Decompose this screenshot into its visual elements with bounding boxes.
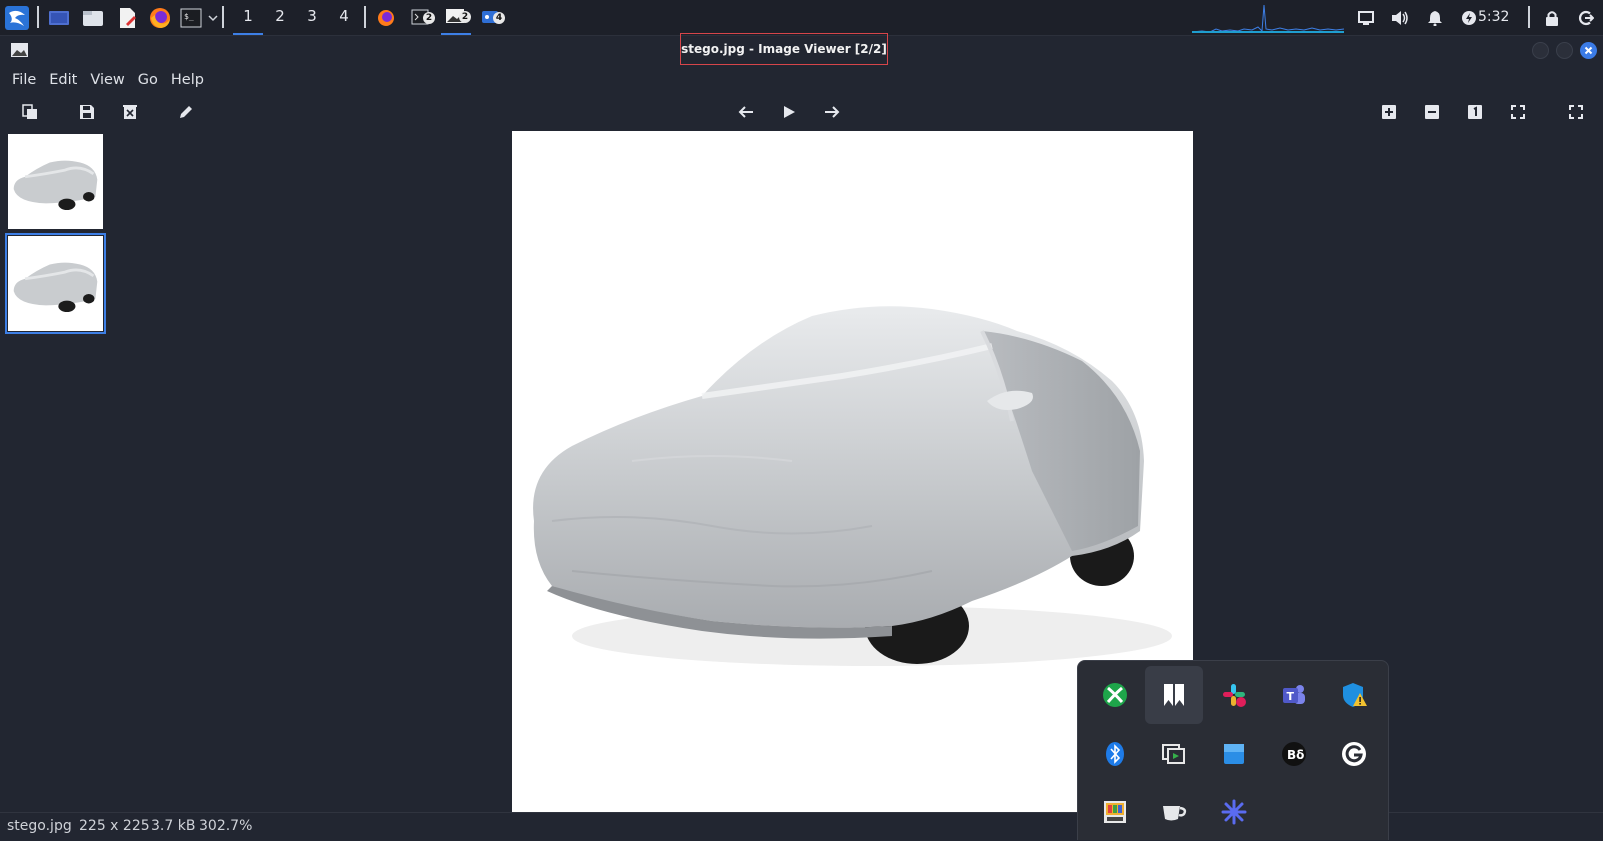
- defender-warning-icon[interactable]: [1325, 666, 1383, 724]
- fullscreen-button[interactable]: [1565, 101, 1587, 123]
- cup-icon[interactable]: [1145, 783, 1203, 841]
- bookmark-app-icon[interactable]: [1145, 666, 1203, 724]
- play-icon: [784, 106, 795, 118]
- status-filename: stego.jpg: [7, 818, 72, 834]
- maximize-button[interactable]: [1556, 42, 1573, 59]
- bluffing-app-icon[interactable]: Bδ: [1265, 725, 1323, 783]
- panel-separator: [222, 6, 224, 28]
- previous-button[interactable]: [735, 101, 757, 123]
- system-tray-overflow-popup: T Bδ: [1077, 660, 1389, 840]
- minimize-button[interactable]: [1532, 42, 1549, 59]
- bluetooth-icon[interactable]: [1086, 725, 1144, 783]
- workspace-3[interactable]: 3: [297, 0, 327, 35]
- text-editor-icon[interactable]: [113, 0, 141, 35]
- workspace-1[interactable]: 1: [233, 0, 263, 35]
- zoom-in-button[interactable]: [1378, 101, 1400, 123]
- copy-button[interactable]: [19, 101, 41, 123]
- task-other-app-icon[interactable]: 4: [477, 0, 505, 35]
- svg-text:$_: $_: [184, 12, 194, 21]
- workspace-4[interactable]: 4: [329, 0, 359, 35]
- slack-icon[interactable]: [1205, 666, 1263, 724]
- xbox-icon[interactable]: [1086, 666, 1144, 724]
- zoom-out-icon: [1425, 105, 1439, 119]
- svg-text:Bδ: Bδ: [1287, 748, 1304, 762]
- delete-button[interactable]: [119, 101, 141, 123]
- grammarly-icon[interactable]: [1325, 725, 1383, 783]
- notifications-bell-icon[interactable]: [1423, 0, 1447, 35]
- blue-box-app-icon[interactable]: [1205, 725, 1263, 783]
- top-panel: $_ 1 2 3 4 2 2 4 5:32: [0, 0, 1603, 36]
- status-filesize: 3.7 kB: [151, 818, 196, 834]
- task-firefox-icon[interactable]: [373, 0, 399, 35]
- teams-icon[interactable]: T: [1265, 666, 1323, 724]
- pencil-icon: [180, 106, 192, 118]
- next-button[interactable]: [821, 101, 843, 123]
- firefox-icon[interactable]: [146, 0, 174, 35]
- menu-edit[interactable]: Edit: [43, 67, 83, 93]
- slideshow-button[interactable]: [778, 101, 800, 123]
- file-manager-icon[interactable]: [79, 0, 107, 35]
- zoom-in-icon: [1382, 105, 1396, 119]
- volume-icon[interactable]: [1388, 0, 1412, 35]
- car-cover-thumbnail-image: [13, 262, 98, 312]
- close-button[interactable]: [1580, 42, 1597, 59]
- logout-icon[interactable]: [1574, 0, 1598, 35]
- task-image-viewer-icon[interactable]: 2: [441, 0, 471, 35]
- save-icon: [80, 105, 94, 119]
- clock[interactable]: 5:32: [1478, 0, 1509, 35]
- app-icon: [11, 43, 28, 57]
- menu-file[interactable]: File: [0, 67, 42, 93]
- arrow-left-icon: [738, 106, 753, 118]
- menu-view[interactable]: View: [84, 67, 130, 93]
- panel-separator: [1528, 6, 1530, 28]
- lock-screen-icon[interactable]: [1540, 0, 1564, 35]
- menubar: File Edit View Go Help: [0, 67, 211, 93]
- car-cover-thumbnail-image: [13, 160, 98, 210]
- window-title: stego.jpg - Image Viewer [2/2]: [680, 33, 888, 65]
- terminal-icon[interactable]: $_: [178, 0, 204, 35]
- cpu-graph: [1192, 0, 1344, 35]
- status-dimensions: 225 x 225: [79, 818, 150, 834]
- zoom-fit-button[interactable]: [1507, 101, 1529, 123]
- zoom-out-button[interactable]: [1421, 101, 1443, 123]
- status-zoom: 302.7%: [199, 818, 253, 834]
- menu-go[interactable]: Go: [132, 67, 164, 93]
- thumbnail-1[interactable]: [8, 134, 103, 229]
- zoom-100-button[interactable]: [1464, 101, 1486, 123]
- arrow-right-icon: [825, 106, 840, 118]
- task-terminal-badge: 2: [423, 11, 435, 24]
- kali-menu-icon[interactable]: [2, 0, 32, 35]
- copy-icon: [22, 104, 37, 119]
- color-picker-icon[interactable]: [1086, 783, 1144, 841]
- task-other-app-badge: 4: [493, 11, 505, 24]
- workspace-2[interactable]: 2: [265, 0, 295, 35]
- screen-icon[interactable]: [1354, 0, 1378, 35]
- zoom-original-icon: [1468, 105, 1482, 119]
- edit-button[interactable]: [175, 101, 197, 123]
- save-button[interactable]: [76, 101, 98, 123]
- svg-text:T: T: [1287, 690, 1295, 703]
- screen-share-icon[interactable]: [1145, 725, 1203, 783]
- task-image-viewer-badge: 2: [459, 10, 471, 23]
- show-desktop-icon[interactable]: [45, 0, 73, 35]
- fullscreen-icon: [1569, 105, 1583, 119]
- asterisk-app-icon[interactable]: [1205, 783, 1263, 841]
- panel-separator: [364, 6, 366, 28]
- close-icon: [1584, 46, 1593, 55]
- delete-icon: [123, 105, 137, 119]
- task-terminal-icon[interactable]: 2: [407, 0, 435, 35]
- panel-separator: [37, 6, 39, 28]
- menu-help[interactable]: Help: [165, 67, 210, 93]
- thumbnail-2[interactable]: [5, 233, 106, 334]
- zoom-fit-icon: [1511, 105, 1525, 119]
- terminal-dropdown-chevron-down-icon[interactable]: [205, 0, 221, 35]
